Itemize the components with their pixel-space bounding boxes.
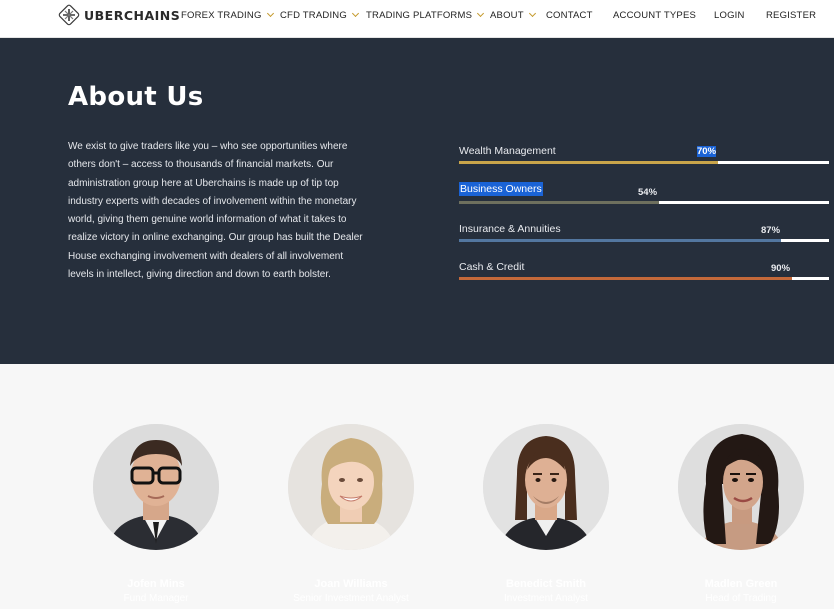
member-name: Jofen Mins [127,578,185,590]
chevron-down-icon [266,9,274,18]
nav-label: LOGIN [714,10,745,21]
man-with-glasses-photo [93,424,219,550]
long-haired-man-photo [483,424,609,550]
nav-trading-platforms[interactable]: TRADING PLATFORMS [366,9,485,21]
nav-login[interactable]: LOGIN [714,10,745,21]
progress-fill [459,277,792,280]
nav-label: TRADING PLATFORMS [366,10,473,21]
nav-contact[interactable]: CONTACT [546,10,593,21]
progress-fill [459,201,659,204]
skill-cash-credit: Cash & Credit 90% [459,260,829,290]
brand-logo[interactable]: UBERCHAINS [58,4,180,26]
nav-forex-trading[interactable]: FOREX TRADING [181,9,274,21]
member-role: Fund Manager [123,593,189,604]
progress-track [459,161,829,164]
nav-label: FOREX TRADING [181,10,262,21]
member-role: Head of Trading [705,593,777,604]
skill-percent: 87% [761,225,781,236]
skill-wealth-management: Wealth Management 70% [459,144,829,174]
dark-haired-woman-photo [678,424,804,550]
progress-track [459,239,829,242]
nav-cfd-trading[interactable]: CFD TRADING [280,9,359,21]
brand-name: UBERCHAINS [84,7,181,23]
nav-label: ACCOUNT TYPES [613,10,697,21]
skill-label: Business Owners [459,182,543,196]
smiling-woman-photo [288,424,414,550]
nav-label: REGISTER [766,10,817,21]
nav-label: CFD TRADING [280,10,347,21]
avatar [483,424,609,550]
nav-about[interactable]: ABOUT [490,9,536,21]
avatar [288,424,414,550]
skill-percent: 70% [697,146,717,157]
progress-track [459,201,829,204]
progress-fill [459,161,718,164]
skill-business-owners: Business Owners 54% [459,182,829,212]
member-name: Benedict Smith [505,578,587,590]
member-role: Investment Analyst [504,593,588,604]
skill-insurance-annuities: Insurance & Annuities 87% [459,222,829,252]
progress-track [459,277,829,280]
about-section: About Us We exist to give traders like y… [0,38,834,364]
member-name: Joan Williams [314,578,388,590]
avatar [93,424,219,550]
skill-label: Insurance & Annuities [459,223,561,235]
member-name: Madlen Green [704,578,778,590]
chevron-down-icon [528,9,536,18]
skill-label: Wealth Management [459,145,556,157]
member-role: Senior Investment Analyst [293,593,409,604]
team-member: Jofen Mins Fund Manager [93,424,219,604]
team-member: Benedict Smith Investment Analyst [483,424,609,604]
nav-label: ABOUT [490,10,524,21]
skill-percent: 90% [771,263,791,274]
skill-percent: 54% [638,187,658,198]
top-nav: UBERCHAINS FOREX TRADING CFD TRADING TRA… [0,0,834,38]
progress-fill [459,239,781,242]
chevron-down-icon [351,9,359,18]
chevron-down-icon [477,9,485,18]
team-member: Madlen Green Head of Trading [678,424,804,604]
nav-account-types[interactable]: ACCOUNT TYPES [613,10,696,21]
page-title: About Us [68,82,204,112]
nav-label: CONTACT [546,10,593,21]
team-section: Jofen Mins Fund Manager Joan Williams Se… [0,364,834,609]
team-member: Joan Williams Senior Investment Analyst [288,424,414,604]
about-paragraph: We exist to give traders like you – who … [68,141,363,281]
avatar [678,424,804,550]
skill-label: Cash & Credit [459,261,525,273]
nav-register[interactable]: REGISTER [766,10,816,21]
uberchains-logo-icon [58,4,80,26]
